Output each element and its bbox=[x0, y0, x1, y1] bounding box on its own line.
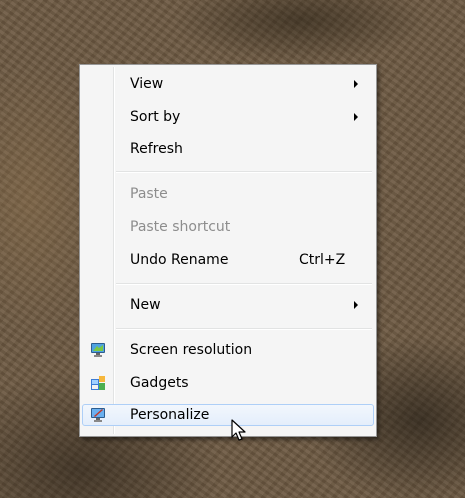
desktop-context-menu: View Sort by Refresh Paste Paste shortcu… bbox=[79, 64, 377, 437]
menu-item-personalize[interactable]: Personalize bbox=[82, 404, 374, 426]
menu-item-label: Sort by bbox=[130, 109, 181, 125]
menu-item-label: Screen resolution bbox=[130, 342, 253, 358]
menu-item-paste-shortcut: Paste shortcut bbox=[82, 216, 374, 238]
personalize-icon bbox=[91, 408, 105, 422]
submenu-arrow-icon bbox=[354, 301, 358, 309]
menu-item-paste: Paste bbox=[82, 183, 374, 205]
menu-item-label: Personalize bbox=[130, 407, 210, 423]
menu-item-label: Refresh bbox=[130, 141, 183, 157]
menu-item-label: Paste shortcut bbox=[130, 219, 231, 235]
mouse-pointer-icon bbox=[231, 419, 246, 441]
menu-item-screen-resolution[interactable]: Screen resolution bbox=[82, 339, 374, 361]
menu-separator bbox=[116, 328, 372, 330]
menu-item-label: Undo Rename bbox=[130, 252, 229, 268]
menu-separator bbox=[116, 283, 372, 285]
submenu-arrow-icon bbox=[354, 80, 358, 88]
menu-item-sort-by[interactable]: Sort by bbox=[82, 106, 374, 128]
monitor-icon bbox=[91, 343, 105, 357]
menu-item-label: New bbox=[130, 297, 161, 313]
menu-item-label: Gadgets bbox=[130, 375, 189, 391]
menu-item-shortcut: Ctrl+Z bbox=[299, 252, 346, 268]
menu-separator bbox=[116, 171, 372, 173]
menu-item-refresh[interactable]: Refresh bbox=[82, 138, 374, 160]
menu-item-label: View bbox=[130, 76, 164, 92]
menu-item-view[interactable]: View bbox=[82, 73, 374, 95]
menu-item-label: Paste bbox=[130, 186, 168, 202]
menu-item-new[interactable]: New bbox=[82, 294, 374, 316]
menu-item-undo-rename[interactable]: Undo Rename Ctrl+Z bbox=[82, 249, 374, 271]
submenu-arrow-icon bbox=[354, 113, 358, 121]
menu-item-gadgets[interactable]: Gadgets bbox=[82, 372, 374, 394]
gadgets-icon bbox=[91, 376, 105, 390]
